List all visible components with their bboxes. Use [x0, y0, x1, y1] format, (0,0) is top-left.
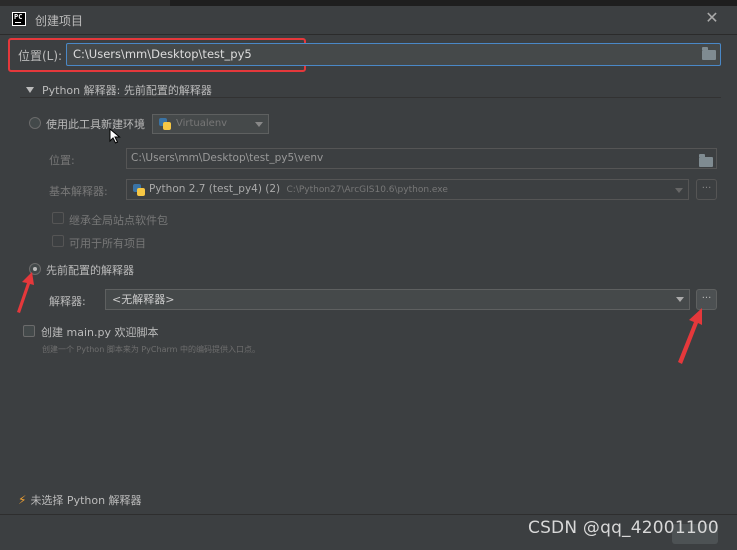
base-interpreter-select[interactable]: Python 2.7 (test_py4) (2) C:\Python27\Ar…	[126, 179, 689, 200]
location-label: 位置(L):	[18, 49, 63, 63]
python-icon	[159, 118, 171, 130]
inherit-packages-checkbox[interactable]	[52, 212, 64, 224]
folder-browse-icon[interactable]	[702, 47, 716, 60]
env-type-value: Virtualenv	[176, 118, 228, 129]
annotation-arrow-left	[17, 272, 34, 313]
all-projects-label: 可用于所有项目	[69, 237, 146, 250]
inherit-packages-label: 继承全局站点软件包	[69, 214, 168, 227]
create-main-label: 创建 main.py 欢迎脚本	[41, 326, 159, 339]
base-interpreter-name: Python 2.7 (test_py4) (2)	[149, 183, 281, 195]
existing-interpreter-label: 先前配置的解释器	[46, 264, 134, 277]
interpreter-label: 解释器:	[49, 295, 86, 308]
create-main-hint: 创建一个 Python 脚本来为 PyCharm 中的编码提供入口点。	[42, 345, 260, 354]
venv-location-label: 位置:	[49, 154, 75, 167]
location-input[interactable]: C:\Users\mm\Desktop\test_py5	[66, 43, 721, 66]
mouse-cursor-icon	[109, 128, 121, 144]
no-interpreter-warning: ⚡ 未选择 Python 解释器	[18, 492, 142, 508]
all-projects-checkbox[interactable]	[52, 235, 64, 247]
chevron-down-icon	[255, 122, 263, 127]
base-interpreter-path: C:\Python27\ArcGIS10.6\python.exe	[286, 185, 448, 195]
interpreter-section-toggle[interactable]: Python 解释器: 先前配置的解释器	[26, 82, 212, 98]
interpreter-section-heading: Python 解释器: 先前配置的解释器	[42, 84, 212, 97]
chevron-down-icon	[676, 297, 684, 302]
folder-browse-icon[interactable]	[699, 154, 713, 167]
title-bar: PC 创建项目 ✕	[0, 6, 737, 34]
pycharm-logo-icon: PC	[12, 12, 26, 26]
warning-text: 未选择 Python 解释器	[30, 494, 142, 507]
interpreter-select[interactable]: <无解释器>	[105, 289, 690, 310]
close-icon[interactable]: ✕	[704, 8, 720, 28]
footer-divider	[0, 514, 737, 515]
create-main-checkbox[interactable]	[23, 325, 35, 337]
venv-location-input[interactable]: C:\Users\mm\Desktop\test_py5\venv	[126, 148, 717, 169]
annotation-arrow-right	[678, 308, 702, 364]
new-env-radio[interactable]	[29, 117, 41, 129]
base-interpreter-browse-button[interactable]: ...	[696, 179, 717, 200]
watermark-text: CSDN @qq_42001100	[528, 518, 719, 538]
lightning-bolt-icon: ⚡	[18, 493, 27, 507]
title-divider	[0, 34, 737, 35]
env-type-select[interactable]: Virtualenv	[152, 114, 269, 134]
collapse-triangle-icon	[26, 87, 34, 93]
python-icon	[133, 184, 145, 196]
interpreter-value: <无解释器>	[112, 293, 175, 306]
base-interpreter-label: 基本解释器:	[49, 185, 108, 198]
section-divider	[20, 97, 721, 98]
window-title: 创建项目	[35, 14, 84, 28]
new-env-label: 使用此工具新建环境	[46, 118, 145, 131]
chevron-down-icon	[675, 188, 683, 193]
